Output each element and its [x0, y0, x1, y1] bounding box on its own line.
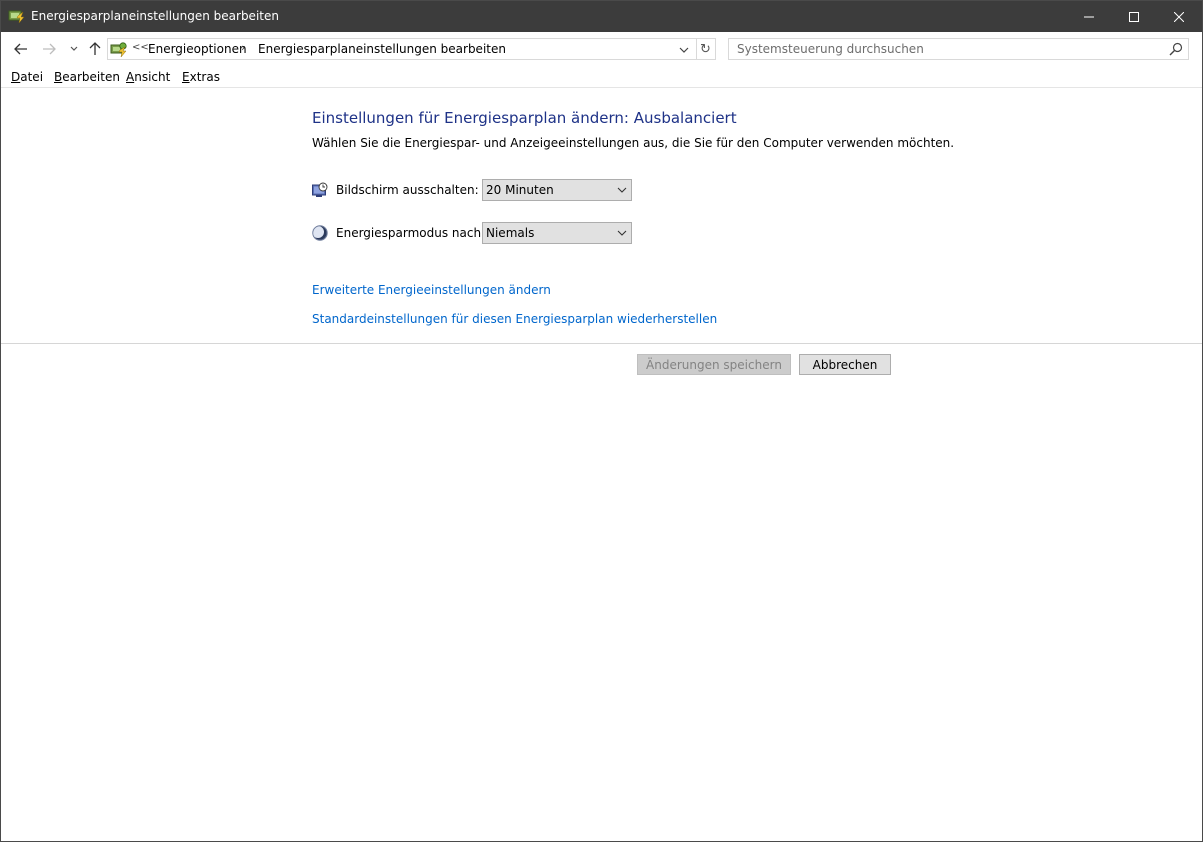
sleep-value: Niemals	[486, 226, 535, 240]
chevron-down-icon	[70, 46, 78, 51]
restore-defaults-link[interactable]: Standardeinstellungen für diesen Energie…	[312, 312, 717, 326]
chevron-down-icon	[617, 187, 627, 193]
recent-locations-button[interactable]	[64, 39, 84, 59]
address-dropdown-icon[interactable]	[678, 44, 690, 56]
arrow-up-icon	[89, 42, 101, 55]
power-options-icon	[8, 8, 25, 25]
page-description: Wählen Sie die Energiespar- und Anzeigee…	[312, 136, 955, 150]
power-options-icon	[110, 41, 128, 58]
window: Energiesparplaneinstellungen bearbeiten	[0, 0, 1203, 842]
window-title: Energiesparplaneinstellungen bearbeiten	[31, 9, 279, 23]
menu-datei[interactable]: Datei	[11, 70, 43, 84]
display-clock-icon	[312, 182, 328, 198]
display-off-value: 20 Minuten	[486, 183, 554, 197]
address-bar[interactable]: << Energieoptionen › Energiesparplaneins…	[107, 38, 697, 60]
menu-extras[interactable]: Extras	[182, 70, 220, 84]
close-icon	[1174, 11, 1184, 22]
page-title: Einstellungen für Energiesparplan ändern…	[312, 109, 737, 127]
menu-ansicht[interactable]: Ansicht	[126, 70, 170, 84]
sleep-label: Energiesparmodus nach:	[336, 226, 486, 240]
search-icon[interactable]	[1169, 42, 1183, 56]
maximize-button[interactable]	[1111, 1, 1157, 32]
refresh-icon: ↻	[700, 41, 711, 57]
divider	[1, 343, 1202, 344]
save-changes-button[interactable]: Änderungen speichern	[637, 354, 791, 375]
maximize-icon	[1129, 11, 1139, 22]
display-off-select[interactable]: 20 Minuten	[482, 179, 632, 201]
display-off-label: Bildschirm ausschalten:	[336, 183, 479, 197]
menu-bar: Datei Bearbeiten Ansicht Extras	[1, 66, 1202, 88]
back-button[interactable]	[11, 39, 31, 59]
breadcrumb-current[interactable]: Energiesparplaneinstellungen bearbeiten	[258, 42, 506, 56]
title-bar: Energiesparplaneinstellungen bearbeiten	[1, 1, 1202, 32]
navigation-bar: << Energieoptionen › Energiesparplaneins…	[1, 32, 1202, 66]
forward-button[interactable]	[39, 39, 59, 59]
search-box[interactable]	[728, 38, 1189, 60]
minimize-button[interactable]	[1066, 1, 1112, 32]
cancel-button[interactable]: Abbrechen	[799, 354, 891, 375]
advanced-settings-link[interactable]: Erweiterte Energieeinstellungen ändern	[312, 283, 551, 297]
moon-icon	[312, 225, 328, 241]
search-input[interactable]	[729, 39, 1159, 59]
up-button[interactable]	[85, 39, 105, 59]
refresh-button[interactable]: ↻	[696, 38, 716, 60]
minimize-icon	[1084, 16, 1094, 17]
arrow-right-icon	[43, 43, 56, 55]
chevron-down-icon	[617, 230, 627, 236]
breadcrumb-separator[interactable]: ›	[241, 41, 245, 54]
breadcrumb-energieoptionen[interactable]: Energieoptionen	[148, 42, 247, 56]
menu-bearbeiten[interactable]: Bearbeiten	[54, 70, 120, 84]
close-button[interactable]	[1156, 1, 1202, 32]
breadcrumb-overflow[interactable]: <<	[132, 42, 149, 53]
sleep-select[interactable]: Niemals	[482, 222, 632, 244]
arrow-left-icon	[14, 43, 27, 55]
